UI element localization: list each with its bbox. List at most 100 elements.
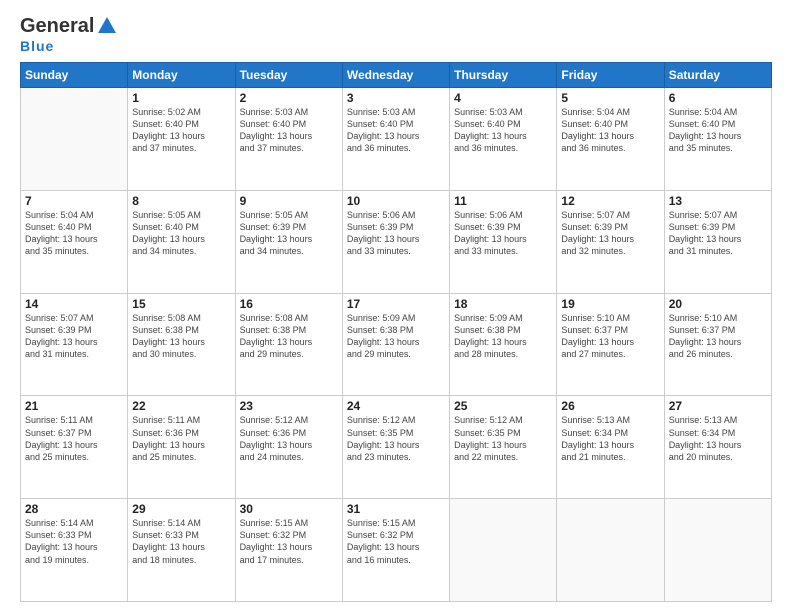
calendar-cell: 8Sunrise: 5:05 AM Sunset: 6:40 PM Daylig…: [128, 190, 235, 293]
day-info: Sunrise: 5:15 AM Sunset: 6:32 PM Dayligh…: [347, 517, 445, 566]
weekday-header: Friday: [557, 63, 664, 88]
calendar-cell: 20Sunrise: 5:10 AM Sunset: 6:37 PM Dayli…: [664, 293, 771, 396]
weekday-header: Wednesday: [342, 63, 449, 88]
day-info: Sunrise: 5:06 AM Sunset: 6:39 PM Dayligh…: [347, 209, 445, 258]
calendar-cell: [450, 499, 557, 602]
day-info: Sunrise: 5:14 AM Sunset: 6:33 PM Dayligh…: [132, 517, 230, 566]
day-info: Sunrise: 5:03 AM Sunset: 6:40 PM Dayligh…: [347, 106, 445, 155]
weekday-header: Sunday: [21, 63, 128, 88]
calendar-cell: 17Sunrise: 5:09 AM Sunset: 6:38 PM Dayli…: [342, 293, 449, 396]
day-info: Sunrise: 5:07 AM Sunset: 6:39 PM Dayligh…: [561, 209, 659, 258]
calendar-week-row: 1Sunrise: 5:02 AM Sunset: 6:40 PM Daylig…: [21, 88, 772, 191]
calendar-cell: 23Sunrise: 5:12 AM Sunset: 6:36 PM Dayli…: [235, 396, 342, 499]
logo-blue: Blue: [20, 38, 54, 54]
day-number: 21: [25, 399, 123, 413]
day-number: 6: [669, 91, 767, 105]
calendar-cell: 4Sunrise: 5:03 AM Sunset: 6:40 PM Daylig…: [450, 88, 557, 191]
calendar-cell: 18Sunrise: 5:09 AM Sunset: 6:38 PM Dayli…: [450, 293, 557, 396]
calendar-cell: 13Sunrise: 5:07 AM Sunset: 6:39 PM Dayli…: [664, 190, 771, 293]
day-number: 4: [454, 91, 552, 105]
calendar-cell: 3Sunrise: 5:03 AM Sunset: 6:40 PM Daylig…: [342, 88, 449, 191]
day-info: Sunrise: 5:06 AM Sunset: 6:39 PM Dayligh…: [454, 209, 552, 258]
calendar-cell: 22Sunrise: 5:11 AM Sunset: 6:36 PM Dayli…: [128, 396, 235, 499]
day-number: 10: [347, 194, 445, 208]
calendar-cell: [664, 499, 771, 602]
day-info: Sunrise: 5:07 AM Sunset: 6:39 PM Dayligh…: [25, 312, 123, 361]
day-number: 20: [669, 297, 767, 311]
day-info: Sunrise: 5:08 AM Sunset: 6:38 PM Dayligh…: [240, 312, 338, 361]
calendar-cell: 12Sunrise: 5:07 AM Sunset: 6:39 PM Dayli…: [557, 190, 664, 293]
day-info: Sunrise: 5:14 AM Sunset: 6:33 PM Dayligh…: [25, 517, 123, 566]
calendar-week-row: 14Sunrise: 5:07 AM Sunset: 6:39 PM Dayli…: [21, 293, 772, 396]
calendar-cell: [557, 499, 664, 602]
day-info: Sunrise: 5:10 AM Sunset: 6:37 PM Dayligh…: [561, 312, 659, 361]
day-number: 18: [454, 297, 552, 311]
calendar-cell: 24Sunrise: 5:12 AM Sunset: 6:35 PM Dayli…: [342, 396, 449, 499]
calendar-cell: 28Sunrise: 5:14 AM Sunset: 6:33 PM Dayli…: [21, 499, 128, 602]
calendar-table: SundayMondayTuesdayWednesdayThursdayFrid…: [20, 62, 772, 602]
weekday-header: Saturday: [664, 63, 771, 88]
calendar-cell: 27Sunrise: 5:13 AM Sunset: 6:34 PM Dayli…: [664, 396, 771, 499]
day-number: 16: [240, 297, 338, 311]
calendar-week-row: 21Sunrise: 5:11 AM Sunset: 6:37 PM Dayli…: [21, 396, 772, 499]
day-number: 5: [561, 91, 659, 105]
calendar-cell: 16Sunrise: 5:08 AM Sunset: 6:38 PM Dayli…: [235, 293, 342, 396]
calendar-cell: 30Sunrise: 5:15 AM Sunset: 6:32 PM Dayli…: [235, 499, 342, 602]
day-info: Sunrise: 5:12 AM Sunset: 6:36 PM Dayligh…: [240, 414, 338, 463]
day-number: 7: [25, 194, 123, 208]
day-info: Sunrise: 5:09 AM Sunset: 6:38 PM Dayligh…: [347, 312, 445, 361]
calendar-cell: 10Sunrise: 5:06 AM Sunset: 6:39 PM Dayli…: [342, 190, 449, 293]
day-info: Sunrise: 5:09 AM Sunset: 6:38 PM Dayligh…: [454, 312, 552, 361]
page: General Blue SundayMondayTuesdayWednesda…: [0, 0, 792, 612]
day-number: 23: [240, 399, 338, 413]
weekday-header: Tuesday: [235, 63, 342, 88]
calendar-cell: 29Sunrise: 5:14 AM Sunset: 6:33 PM Dayli…: [128, 499, 235, 602]
calendar-cell: [21, 88, 128, 191]
day-number: 26: [561, 399, 659, 413]
day-number: 11: [454, 194, 552, 208]
day-number: 13: [669, 194, 767, 208]
logo: General Blue: [20, 15, 118, 54]
weekday-header: Thursday: [450, 63, 557, 88]
calendar-cell: 7Sunrise: 5:04 AM Sunset: 6:40 PM Daylig…: [21, 190, 128, 293]
day-info: Sunrise: 5:03 AM Sunset: 6:40 PM Dayligh…: [240, 106, 338, 155]
calendar-cell: 1Sunrise: 5:02 AM Sunset: 6:40 PM Daylig…: [128, 88, 235, 191]
logo-icon: [96, 15, 118, 37]
calendar-cell: 25Sunrise: 5:12 AM Sunset: 6:35 PM Dayli…: [450, 396, 557, 499]
calendar-cell: 15Sunrise: 5:08 AM Sunset: 6:38 PM Dayli…: [128, 293, 235, 396]
day-number: 19: [561, 297, 659, 311]
day-number: 28: [25, 502, 123, 516]
day-info: Sunrise: 5:12 AM Sunset: 6:35 PM Dayligh…: [454, 414, 552, 463]
day-info: Sunrise: 5:05 AM Sunset: 6:39 PM Dayligh…: [240, 209, 338, 258]
calendar-header-row: SundayMondayTuesdayWednesdayThursdayFrid…: [21, 63, 772, 88]
day-info: Sunrise: 5:04 AM Sunset: 6:40 PM Dayligh…: [561, 106, 659, 155]
day-number: 8: [132, 194, 230, 208]
day-info: Sunrise: 5:11 AM Sunset: 6:36 PM Dayligh…: [132, 414, 230, 463]
day-number: 24: [347, 399, 445, 413]
calendar-cell: 2Sunrise: 5:03 AM Sunset: 6:40 PM Daylig…: [235, 88, 342, 191]
day-number: 15: [132, 297, 230, 311]
day-number: 29: [132, 502, 230, 516]
day-number: 14: [25, 297, 123, 311]
day-info: Sunrise: 5:03 AM Sunset: 6:40 PM Dayligh…: [454, 106, 552, 155]
day-number: 30: [240, 502, 338, 516]
calendar-cell: 21Sunrise: 5:11 AM Sunset: 6:37 PM Dayli…: [21, 396, 128, 499]
day-number: 12: [561, 194, 659, 208]
day-info: Sunrise: 5:07 AM Sunset: 6:39 PM Dayligh…: [669, 209, 767, 258]
day-number: 3: [347, 91, 445, 105]
calendar-cell: 19Sunrise: 5:10 AM Sunset: 6:37 PM Dayli…: [557, 293, 664, 396]
day-info: Sunrise: 5:08 AM Sunset: 6:38 PM Dayligh…: [132, 312, 230, 361]
day-number: 1: [132, 91, 230, 105]
calendar-cell: 11Sunrise: 5:06 AM Sunset: 6:39 PM Dayli…: [450, 190, 557, 293]
day-info: Sunrise: 5:10 AM Sunset: 6:37 PM Dayligh…: [669, 312, 767, 361]
calendar-cell: 14Sunrise: 5:07 AM Sunset: 6:39 PM Dayli…: [21, 293, 128, 396]
calendar-week-row: 28Sunrise: 5:14 AM Sunset: 6:33 PM Dayli…: [21, 499, 772, 602]
calendar-cell: 5Sunrise: 5:04 AM Sunset: 6:40 PM Daylig…: [557, 88, 664, 191]
day-number: 9: [240, 194, 338, 208]
calendar-cell: 26Sunrise: 5:13 AM Sunset: 6:34 PM Dayli…: [557, 396, 664, 499]
calendar-week-row: 7Sunrise: 5:04 AM Sunset: 6:40 PM Daylig…: [21, 190, 772, 293]
day-number: 2: [240, 91, 338, 105]
header: General Blue: [20, 15, 772, 54]
day-info: Sunrise: 5:04 AM Sunset: 6:40 PM Dayligh…: [25, 209, 123, 258]
day-info: Sunrise: 5:13 AM Sunset: 6:34 PM Dayligh…: [669, 414, 767, 463]
